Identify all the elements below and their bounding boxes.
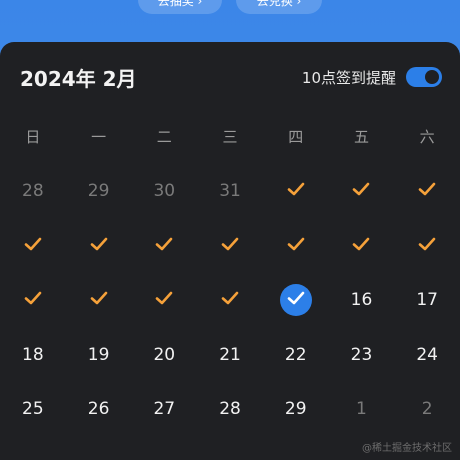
- day-number: 28: [219, 399, 241, 420]
- day-number: 18: [22, 344, 44, 365]
- reminder-setting: 10点签到提醒: [302, 67, 442, 88]
- day-number: 19: [87, 344, 110, 365]
- day-cell-checked[interactable]: [329, 164, 395, 219]
- redeem-button[interactable]: 去兑换 ›: [236, 0, 322, 14]
- checkmark-icon: [155, 290, 173, 310]
- checkmark-icon: [418, 236, 436, 256]
- day-cell-checked[interactable]: [66, 273, 132, 328]
- top-banner: 去抽奖 › 去兑换 ›: [0, 0, 460, 42]
- checkmark-icon: [221, 290, 239, 310]
- checkmark-icon: [287, 236, 305, 256]
- day-cell[interactable]: 21: [197, 328, 263, 383]
- day-number: 31: [219, 181, 241, 202]
- calendar-grid: 28 29 30 31 16 17 18 19 20 21 22 23 24 25 26 27 28 29 1 2: [0, 164, 460, 437]
- calendar-week-row: [0, 219, 460, 274]
- weekday-label: 五: [353, 128, 369, 146]
- weekday-label: 三: [222, 128, 238, 146]
- checkmark-icon: [90, 236, 108, 256]
- day-number: 27: [153, 399, 176, 420]
- day-number: 20: [153, 344, 176, 365]
- day-cell-checked[interactable]: [263, 219, 329, 274]
- day-cell-other-month[interactable]: 2: [394, 382, 460, 437]
- day-cell-checked[interactable]: [131, 273, 197, 328]
- checkmark-icon: [287, 181, 305, 201]
- calendar-week-row: 28 29 30 31: [0, 164, 460, 219]
- day-cell[interactable]: 27: [131, 382, 197, 437]
- day-cell-checked[interactable]: [329, 219, 395, 274]
- day-cell-other-month[interactable]: 31: [197, 164, 263, 219]
- day-number: 25: [22, 399, 44, 420]
- reminder-label: 10点签到提醒: [301, 68, 396, 87]
- calendar-week-row: 25 26 27 28 29 1 2: [0, 382, 460, 437]
- day-cell-today-checked[interactable]: [263, 273, 329, 328]
- day-number: 17: [416, 290, 438, 311]
- day-number: 28: [22, 181, 44, 202]
- day-cell-other-month[interactable]: 30: [131, 164, 197, 219]
- day-number: 29: [87, 181, 110, 202]
- day-cell-checked[interactable]: [0, 273, 66, 328]
- checkmark-icon: [287, 290, 305, 310]
- day-cell[interactable]: 26: [66, 382, 132, 437]
- day-cell-other-month[interactable]: 1: [329, 382, 395, 437]
- day-number: 1: [356, 399, 367, 420]
- day-number: 23: [350, 344, 373, 365]
- today-check-badge: [279, 284, 312, 317]
- checkmark-icon: [24, 236, 42, 256]
- day-cell[interactable]: 18: [0, 328, 66, 383]
- day-cell[interactable]: 20: [131, 328, 197, 383]
- day-number: 21: [219, 344, 241, 365]
- checkmark-icon: [418, 181, 436, 201]
- watermark: @稀土掘金技术社区: [362, 443, 452, 454]
- day-cell-checked[interactable]: [0, 219, 66, 274]
- day-cell[interactable]: 29: [263, 382, 329, 437]
- day-cell[interactable]: 16: [329, 273, 395, 328]
- day-cell[interactable]: 25: [0, 382, 66, 437]
- day-cell-checked[interactable]: [197, 273, 263, 328]
- day-cell-checked[interactable]: [394, 219, 460, 274]
- day-number: 24: [416, 344, 438, 365]
- month-title: 2024年 2月: [20, 66, 137, 91]
- day-cell-checked[interactable]: [263, 164, 329, 219]
- checkmark-icon: [24, 290, 42, 310]
- calendar-week-row: 18 19 20 21 22 23 24: [0, 328, 460, 383]
- weekday-label: 六: [419, 128, 435, 146]
- day-number: 16: [350, 290, 373, 311]
- day-number: 26: [87, 399, 110, 420]
- checkmark-icon: [90, 290, 108, 310]
- day-cell-checked[interactable]: [131, 219, 197, 274]
- day-cell[interactable]: 24: [394, 328, 460, 383]
- checkmark-icon: [221, 236, 239, 256]
- day-number: 29: [284, 399, 307, 420]
- day-cell[interactable]: 23: [329, 328, 395, 383]
- toggle-knob: [425, 70, 439, 84]
- weekday-label: 一: [91, 128, 107, 146]
- day-number: 22: [284, 344, 307, 365]
- calendar-header: 2024年 2月 10点签到提醒: [20, 62, 442, 92]
- checkin-calendar-panel: 2024年 2月 10点签到提醒 日一二三四五六 28 29 30 31 16 17 18 1…: [0, 42, 460, 460]
- lottery-button[interactable]: 去抽奖 ›: [138, 0, 222, 14]
- reminder-toggle[interactable]: [406, 67, 442, 87]
- day-cell[interactable]: 19: [66, 328, 132, 383]
- day-cell-checked[interactable]: [66, 219, 132, 274]
- day-number: 30: [153, 181, 176, 202]
- day-cell-other-month[interactable]: 28: [0, 164, 66, 219]
- day-cell-checked[interactable]: [197, 219, 263, 274]
- day-cell-checked[interactable]: [394, 164, 460, 219]
- weekday-label: 二: [156, 128, 172, 146]
- weekday-header: 日一二三四五六: [0, 126, 460, 147]
- day-cell[interactable]: 22: [263, 328, 329, 383]
- day-number: 2: [421, 399, 433, 420]
- day-cell[interactable]: 28: [197, 382, 263, 437]
- day-cell-other-month[interactable]: 29: [66, 164, 132, 219]
- calendar-week-row: 16 17: [0, 273, 460, 328]
- checkmark-icon: [155, 236, 173, 256]
- checkmark-icon: [352, 181, 370, 201]
- weekday-label: 四: [288, 128, 304, 146]
- checkmark-icon: [352, 236, 370, 256]
- weekday-label: 日: [25, 128, 41, 146]
- day-cell[interactable]: 17: [394, 273, 460, 328]
